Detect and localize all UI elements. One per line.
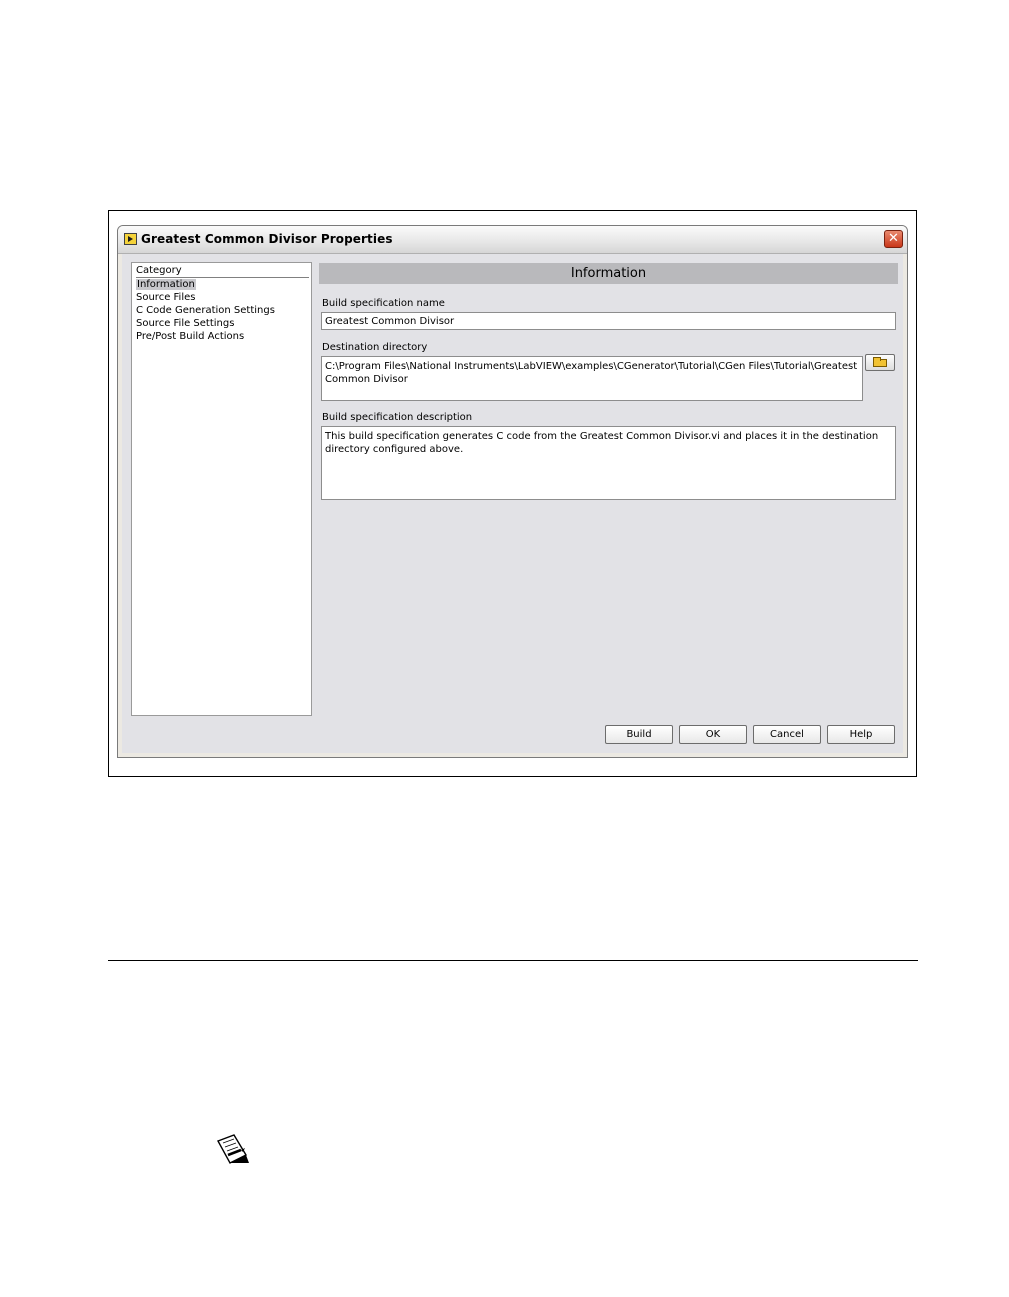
window-title: Greatest Common Divisor Properties xyxy=(141,232,393,246)
help-button[interactable]: Help xyxy=(827,725,895,744)
category-item-source-files[interactable]: Source Files xyxy=(136,291,309,304)
build-name-label: Build specification name xyxy=(322,298,445,309)
browse-folder-button[interactable] xyxy=(865,354,895,371)
ok-button[interactable]: OK xyxy=(679,725,747,744)
labview-app-icon xyxy=(124,233,137,245)
cancel-button[interactable]: Cancel xyxy=(753,725,821,744)
destination-label: Destination directory xyxy=(322,342,428,353)
category-item-source-file-settings[interactable]: Source File Settings xyxy=(136,317,309,330)
section-title: Information xyxy=(319,263,898,284)
section-divider xyxy=(108,960,918,961)
description-label: Build specification description xyxy=(322,412,473,423)
document-page: Greatest Common Divisor Properties ✕ Cat… xyxy=(0,0,1009,1297)
folder-open-icon xyxy=(873,357,887,367)
category-item-pre-post-build-actions[interactable]: Pre/Post Build Actions xyxy=(136,330,309,343)
category-item-information[interactable]: Information xyxy=(136,278,309,291)
title-bar[interactable]: Greatest Common Divisor Properties ✕ xyxy=(118,226,907,254)
category-list: Information Source Files C Code Generati… xyxy=(136,278,309,343)
description-input[interactable]: This build specification generates C cod… xyxy=(321,426,896,500)
close-button[interactable]: ✕ xyxy=(884,230,903,248)
category-header: Category xyxy=(136,265,309,278)
build-name-input[interactable]: Greatest Common Divisor xyxy=(321,312,896,330)
category-item-c-code-generation-settings[interactable]: C Code Generation Settings xyxy=(136,304,309,317)
dialog-content: Category Information Source Files C Code… xyxy=(122,254,903,753)
note-pencil-icon xyxy=(216,1134,249,1164)
destination-directory-input[interactable]: C:\Program Files\National Instruments\La… xyxy=(321,356,863,401)
build-button[interactable]: Build xyxy=(605,725,673,744)
category-list-panel: Category Information Source Files C Code… xyxy=(131,262,312,716)
properties-dialog: Greatest Common Divisor Properties ✕ Cat… xyxy=(117,225,908,758)
